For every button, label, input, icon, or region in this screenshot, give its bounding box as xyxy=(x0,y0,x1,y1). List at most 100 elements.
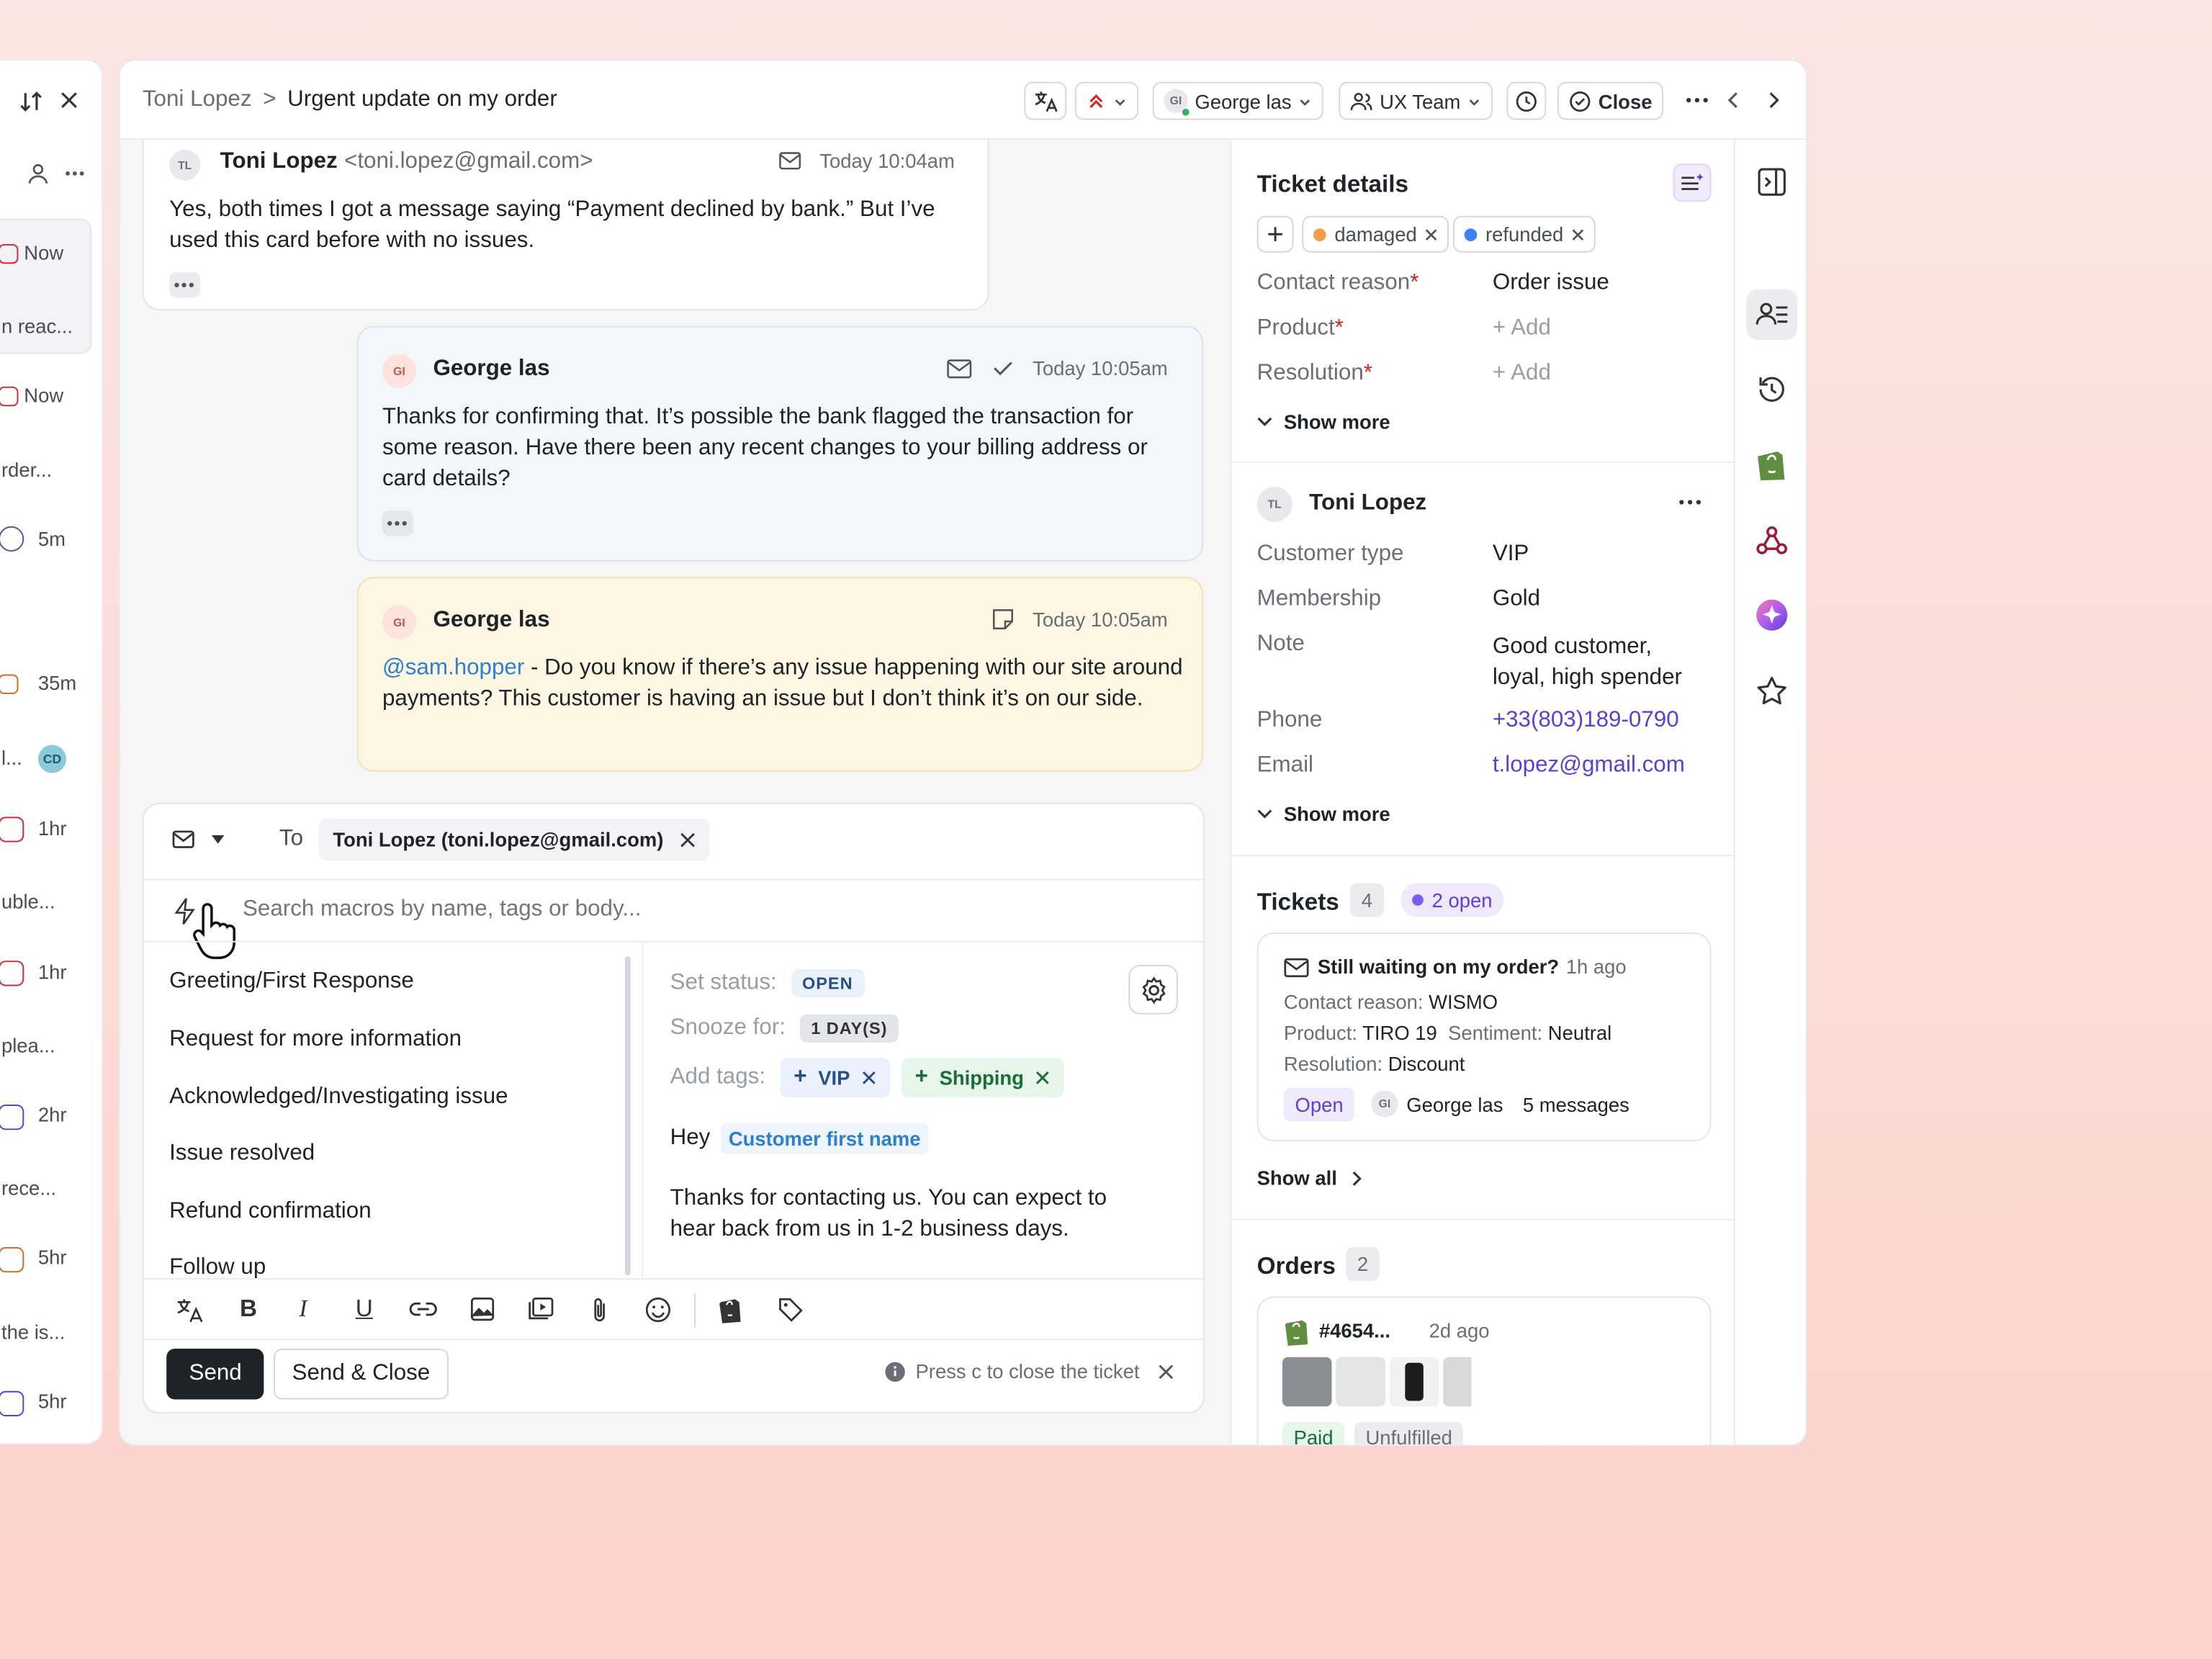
online-status-dot xyxy=(1180,107,1191,117)
translate-button[interactable] xyxy=(1024,81,1067,120)
list-item-snippet: the is... xyxy=(1,1320,66,1344)
mention-link[interactable]: @sam.hopper xyxy=(382,656,524,680)
team-dropdown[interactable]: UX Team xyxy=(1339,81,1493,120)
customer-more-icon[interactable] xyxy=(1677,498,1702,507)
send-and-close-button[interactable]: Send & Close xyxy=(274,1348,449,1400)
product-thumbnail xyxy=(1336,1357,1385,1407)
star-icon[interactable] xyxy=(1753,673,1790,710)
remove-tag-icon[interactable] xyxy=(861,1071,876,1085)
breadcrumb: Toni Lopez > Urgent update on my order xyxy=(143,87,557,112)
user-icon[interactable] xyxy=(27,162,49,184)
bold-icon[interactable]: B xyxy=(240,1295,257,1323)
list-item-snippet: n reac... xyxy=(1,314,73,338)
ticket-tag[interactable]: refunded xyxy=(1452,215,1596,253)
expand-quoted-button[interactable]: ••• xyxy=(382,511,414,536)
macro-item[interactable]: Greeting/First Response xyxy=(169,969,414,994)
image-icon[interactable] xyxy=(469,1296,495,1321)
order-card[interactable]: #4654... 2d ago Paid Unfulfilled xyxy=(1256,1296,1712,1445)
assignee-dropdown[interactable]: GI George las xyxy=(1152,81,1324,120)
chevron-down-icon xyxy=(1257,809,1272,819)
translate-icon[interactable] xyxy=(175,1296,203,1324)
tag-chip[interactable]: + VIP xyxy=(779,1058,890,1098)
macro-item[interactable]: Acknowledged/Investigating issue xyxy=(169,1085,508,1110)
snooze-button[interactable] xyxy=(1506,81,1547,120)
more-icon[interactable] xyxy=(63,162,86,184)
macro-search-input[interactable] xyxy=(242,891,1089,929)
ai-assistant-icon[interactable] xyxy=(1753,597,1790,634)
previous-ticket-icon[interactable] xyxy=(1725,90,1743,109)
video-icon[interactable] xyxy=(528,1296,554,1321)
shopify-icon[interactable] xyxy=(1753,446,1790,482)
expand-quoted-button[interactable]: ••• xyxy=(169,272,201,298)
macro-item[interactable]: Refund confirmation xyxy=(169,1199,372,1224)
ai-summary-button[interactable] xyxy=(1673,163,1712,202)
show-more-customer-button[interactable]: Show more xyxy=(1257,803,1390,825)
remove-tag-icon[interactable] xyxy=(1426,228,1439,240)
inbox-icon xyxy=(0,1105,24,1130)
underline-icon[interactable]: U xyxy=(356,1295,373,1323)
italic-icon[interactable]: I xyxy=(299,1295,307,1323)
macro-item[interactable]: Request for more information xyxy=(169,1027,462,1052)
phone-link[interactable]: +33(803)189-0790 xyxy=(1493,709,1679,734)
add-tags-row: Add tags: + VIP + Shipping xyxy=(670,1058,1064,1098)
tag-color-dot xyxy=(1313,228,1326,241)
macro-list-scrollbar[interactable] xyxy=(624,956,631,1276)
sort-icon[interactable] xyxy=(18,89,43,114)
collapse-panel-icon[interactable] xyxy=(1753,163,1790,200)
history-icon[interactable] xyxy=(1753,371,1790,408)
snooze-label: Snooze for: xyxy=(670,1015,786,1040)
webhook-icon[interactable] xyxy=(1753,522,1790,559)
membership-value: Gold xyxy=(1492,587,1541,611)
list-item-time: 2hr xyxy=(37,1103,67,1126)
link-icon[interactable] xyxy=(409,1299,437,1318)
ticket-card[interactable]: Still waiting on my order? 1h ago Contac… xyxy=(1256,932,1712,1141)
more-actions-icon[interactable] xyxy=(1684,90,1709,109)
remove-tag-icon[interactable] xyxy=(1572,228,1585,240)
order-age: 2d ago xyxy=(1429,1318,1490,1342)
emoji-icon[interactable] xyxy=(644,1296,671,1323)
customer-profile-icon[interactable] xyxy=(1753,296,1790,333)
message-time: Today 10:04am xyxy=(819,149,955,173)
macro-item[interactable]: Issue resolved xyxy=(169,1141,315,1166)
next-ticket-icon[interactable] xyxy=(1765,90,1782,109)
attachment-icon[interactable] xyxy=(590,1296,609,1324)
channel-selector[interactable] xyxy=(172,830,225,849)
email-link[interactable]: t.lopez@gmail.com xyxy=(1493,753,1685,778)
remove-recipient-icon[interactable] xyxy=(680,832,696,848)
tag-chip[interactable]: + Shipping xyxy=(901,1058,1064,1098)
breadcrumb-parent[interactable]: Toni Lopez xyxy=(143,87,252,112)
macro-settings-button[interactable] xyxy=(1128,965,1178,1015)
add-tag-button[interactable] xyxy=(1256,215,1294,253)
recipient-name: Toni Lopez (toni.lopez@gmail.com) xyxy=(333,828,664,851)
shopify-icon[interactable] xyxy=(716,1295,743,1325)
ticket-tag[interactable]: damaged xyxy=(1302,215,1449,253)
resolution-add-button[interactable]: + Add xyxy=(1493,361,1551,387)
contact-reason-value[interactable]: Order issue xyxy=(1493,271,1609,296)
close-ticket-button[interactable]: Close xyxy=(1557,81,1664,120)
fulfillment-status-badge: Unfulfilled xyxy=(1354,1421,1464,1445)
customer-name[interactable]: Toni Lopez xyxy=(1309,491,1426,516)
message-time: Today 10:05am xyxy=(1033,356,1168,380)
priority-dropdown[interactable] xyxy=(1074,81,1139,120)
show-more-details-button[interactable]: Show more xyxy=(1257,410,1390,433)
to-label: To xyxy=(279,827,304,851)
close-icon[interactable] xyxy=(58,89,80,111)
chevron-right-icon xyxy=(1352,1170,1362,1185)
list-item-time: 1hr xyxy=(37,817,67,840)
show-all-tickets-button[interactable]: Show all xyxy=(1257,1166,1362,1190)
message-time: Today 10:05am xyxy=(1033,608,1168,631)
product-add-button[interactable]: + Add xyxy=(1493,316,1551,341)
remove-tag-icon[interactable] xyxy=(1035,1071,1050,1085)
send-button[interactable]: Send xyxy=(166,1348,265,1400)
message-author: George las xyxy=(433,356,550,381)
variable-chip[interactable]: Customer first name xyxy=(721,1123,928,1154)
product-thumbnail xyxy=(1389,1357,1439,1407)
message-body: @sam.hopper - Do you know if there’s any… xyxy=(382,653,1190,715)
email-icon xyxy=(172,830,194,848)
email-channel-icon xyxy=(947,359,972,379)
tag-icon[interactable] xyxy=(778,1296,804,1323)
macro-item[interactable]: Follow up xyxy=(169,1256,266,1278)
recipient-chip[interactable]: Toni Lopez (toni.lopez@gmail.com) xyxy=(318,818,711,861)
customer-type-value: VIP xyxy=(1492,541,1529,566)
dismiss-hint-icon[interactable] xyxy=(1158,1364,1174,1380)
